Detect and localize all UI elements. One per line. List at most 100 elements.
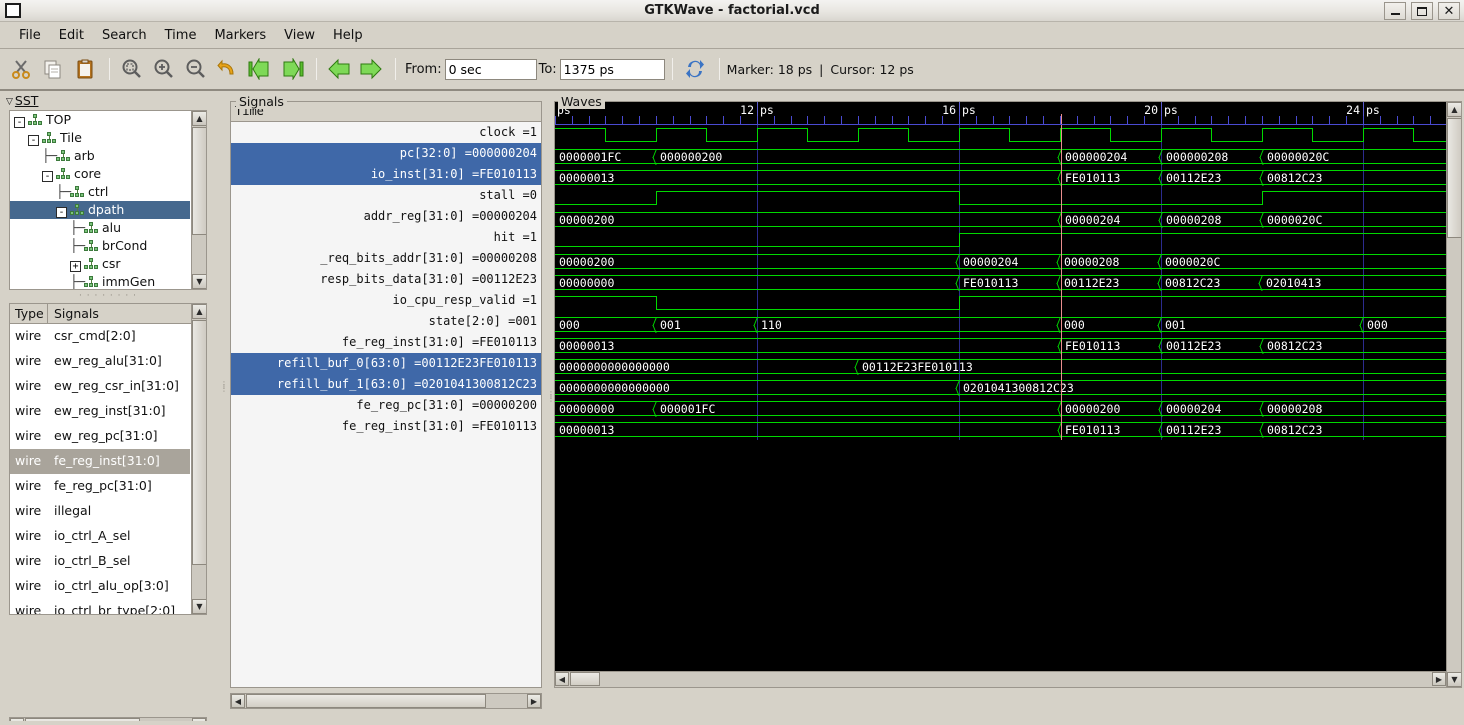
signal-list-item[interactable]: wire illegal <box>10 499 190 524</box>
waveform-rows[interactable]: 0000001FC 000000200 000000204 000000208 0000… <box>555 125 1446 670</box>
scrollbar-thumb[interactable] <box>1447 118 1461 238</box>
zoom-fit-icon[interactable] <box>117 54 147 84</box>
menu-help[interactable]: Help <box>324 25 372 46</box>
signal-value-row[interactable]: clock =1 <box>231 122 541 143</box>
signal-list-item[interactable]: wire csr_cmd[2:0] <box>10 324 190 349</box>
sst-tree-vscrollbar[interactable]: ▲ ▼ <box>191 111 206 289</box>
signal-list-item[interactable]: wire ew_reg_inst[31:0] <box>10 399 190 424</box>
waves-hscroll-inner[interactable]: ◀ ▶ <box>555 672 1446 687</box>
signal-list-vscrollbar[interactable]: ▲ ▼ <box>191 304 206 614</box>
signal-value-row[interactable]: hit =1 <box>231 227 541 248</box>
from-input[interactable] <box>444 58 537 80</box>
scrollbar-thumb[interactable] <box>192 320 206 565</box>
sst-tree-item-brcond[interactable]: ├─ brCond <box>10 237 190 255</box>
goto-end-icon[interactable] <box>277 54 307 84</box>
sst-tree[interactable]: - TOP - Tile ├─ arb - core ├─ ctrl - dpath ├─ alu ├─ br… <box>9 110 207 290</box>
signal-value-row[interactable]: fe_reg_pc[31:0] =00000200 <box>231 395 541 416</box>
signal-value-row[interactable]: io_inst[31:0] =FE010113 <box>231 164 541 185</box>
scroll-left-icon[interactable]: ◀ <box>231 694 245 708</box>
waveform-row[interactable]: 0000001FC 000000200 000000204 000000208 0000… <box>555 146 1446 167</box>
waveform-row[interactable] <box>555 188 1446 209</box>
waveform-canvas[interactable]: ps 12 ps 16 ps 20 ps 24 ps 0000001FC 000000200 000… <box>554 101 1462 688</box>
close-button[interactable]: ✕ <box>1438 2 1460 20</box>
waveform-row[interactable] <box>555 230 1446 251</box>
waveform-row[interactable]: 00000013 FE010113 00112E23 00812C23 <box>555 419 1446 440</box>
sst-tree-item-csr[interactable]: + csr <box>10 255 190 273</box>
zoom-undo-icon[interactable] <box>213 54 243 84</box>
menu-view[interactable]: View <box>275 25 324 46</box>
sst-tree-item-core[interactable]: - core <box>10 165 190 183</box>
cut-icon[interactable] <box>6 54 36 84</box>
goto-start-icon[interactable] <box>245 54 275 84</box>
tree-expander-icon[interactable]: - <box>14 117 25 128</box>
prev-edge-icon[interactable] <box>324 54 354 84</box>
signal-value-row[interactable]: _req_bits_addr[31:0] =00000208 <box>231 248 541 269</box>
next-edge-icon[interactable] <box>356 54 386 84</box>
scroll-down-icon[interactable]: ▼ <box>192 599 206 614</box>
waveform-row[interactable]: 0000000000000000 00112E23FE010113 <box>555 356 1446 377</box>
signal-value-row[interactable]: addr_reg[31:0] =00000204 <box>231 206 541 227</box>
signal-list-item[interactable]: wire io_ctrl_B_sel <box>10 549 190 574</box>
waveform-row[interactable]: 000 001 110 000 001 000 <box>555 314 1446 335</box>
sst-tree-item-dpath[interactable]: - dpath <box>10 201 190 219</box>
sst-tree-item-ctrl[interactable]: ├─ ctrl <box>10 183 190 201</box>
waveform-row[interactable]: 00000200 00000204 00000208 0000020C <box>555 209 1446 230</box>
maximize-button[interactable] <box>1411 2 1433 20</box>
signal-list-item[interactable]: wire ew_reg_alu[31:0] <box>10 349 190 374</box>
sst-tree-item-tile[interactable]: - Tile <box>10 129 190 147</box>
signal-value-row[interactable]: stall =0 <box>231 185 541 206</box>
signal-value-row[interactable]: fe_reg_inst[31:0] =FE010113 <box>231 416 541 437</box>
reload-icon[interactable] <box>680 54 710 84</box>
waves-vscrollbar[interactable]: ▲ ▼ <box>1446 102 1461 687</box>
sst-tree-item-top[interactable]: - TOP <box>10 111 190 129</box>
scroll-up-icon[interactable]: ▲ <box>192 111 206 126</box>
signal-value-row[interactable]: refill_buf_0[63:0] =00112E23FE010113 <box>231 353 541 374</box>
waveform-row[interactable]: 00000013 FE010113 00112E23 00812C23 <box>555 335 1446 356</box>
sst-tree-item-immgen[interactable]: ├─ immGen <box>10 273 190 289</box>
signal-value-row[interactable]: refill_buf_1[63:0] =0201041300812C23 <box>231 374 541 395</box>
signal-list-item[interactable]: wire ew_reg_pc[31:0] <box>10 424 190 449</box>
sst-pane-resize-grip[interactable]: · · · · · · · · <box>9 292 207 301</box>
menu-edit[interactable]: Edit <box>50 25 93 46</box>
sst-tree-item-alu[interactable]: ├─ alu <box>10 219 190 237</box>
zoom-in-icon[interactable] <box>149 54 179 84</box>
sst-tree-item-arb[interactable]: ├─ arb <box>10 147 190 165</box>
signal-value-row[interactable]: resp_bits_data[31:0] =00112E23 <box>231 269 541 290</box>
waveform-row[interactable] <box>555 125 1446 146</box>
signal-value-row[interactable]: state[2:0] =001 <box>231 311 541 332</box>
menu-file[interactable]: File <box>10 25 50 46</box>
paste-icon[interactable] <box>70 54 100 84</box>
scrollbar-thumb[interactable] <box>570 672 600 686</box>
signal-list-item[interactable]: wire io_ctrl_A_sel <box>10 524 190 549</box>
scroll-down-icon[interactable]: ▼ <box>192 274 206 289</box>
scroll-left-icon[interactable]: ◀ <box>555 672 569 686</box>
waveform-row[interactable]: 00000000 FE010113 00112E23 00812C23 02010413 <box>555 272 1446 293</box>
signals-hscrollbar[interactable]: ◀ ▶ <box>230 693 542 709</box>
scroll-right-icon[interactable]: ▶ <box>527 694 541 708</box>
signal-list-item[interactable]: wire io_ctrl_br_type[2:0] <box>10 599 190 614</box>
sst-signal-list[interactable]: Type Signals wire csr_cmd[2:0] wire ew_reg_… <box>9 303 207 615</box>
waveform-row[interactable]: 00000000 000001FC 00000200 00000204 00000208 <box>555 398 1446 419</box>
waves-hscrollbar[interactable]: ◀ ▶ <box>555 671 1446 687</box>
pane-divider-left[interactable]: ⋮ ⋮ <box>219 93 228 721</box>
waveform-row[interactable]: 0000000000000000 0201041300812C23 <box>555 377 1446 398</box>
tree-expander-icon[interactable]: - <box>56 207 67 218</box>
sst-collapse-triangle-icon[interactable]: ▽ <box>6 97 13 107</box>
signal-value-row[interactable]: fe_reg_inst[31:0] =FE010113 <box>231 332 541 353</box>
minimize-button[interactable] <box>1384 2 1406 20</box>
zoom-out-icon[interactable] <box>181 54 211 84</box>
signal-list-item[interactable]: wire fe_reg_pc[31:0] <box>10 474 190 499</box>
scroll-right-icon[interactable]: ▶ <box>1432 672 1446 686</box>
scrollbar-thumb[interactable] <box>192 127 206 235</box>
signal-value-row[interactable]: pc[32:0] =000000204 <box>231 143 541 164</box>
cursor-marker[interactable] <box>1061 125 1062 440</box>
menu-markers[interactable]: Markers <box>205 25 275 46</box>
scroll-down-icon[interactable]: ▼ <box>1447 672 1461 687</box>
copy-icon[interactable] <box>38 54 68 84</box>
waveform-row[interactable] <box>555 293 1446 314</box>
waveform-row[interactable]: 00000200 00000204 00000208 0000020C <box>555 251 1446 272</box>
tree-expander-icon[interactable]: - <box>42 171 53 182</box>
menu-search[interactable]: Search <box>93 25 156 46</box>
to-input[interactable] <box>559 58 665 80</box>
scroll-up-icon[interactable]: ▲ <box>1447 102 1461 117</box>
